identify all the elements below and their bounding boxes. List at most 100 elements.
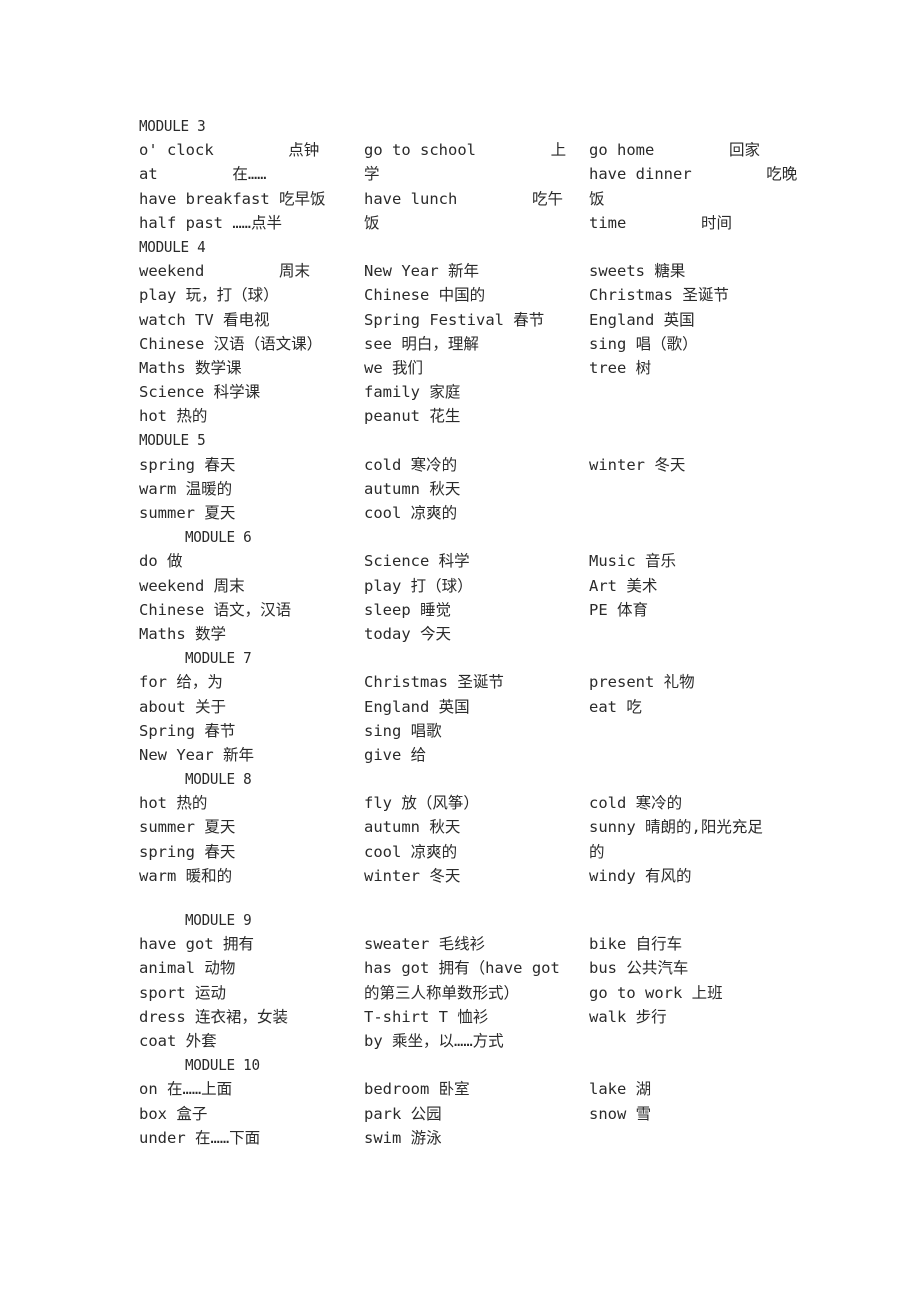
vocab-entry: on 在……上面 <box>139 1080 233 1099</box>
vocab-row: weekend 周末 play 打（球） Art 美术 <box>139 574 819 598</box>
vocab-entry: have lunch 吃午 <box>364 189 563 208</box>
vocab-entry: present 礼物 <box>589 673 695 692</box>
vocab-entry: Christmas 圣诞节 <box>589 286 729 305</box>
vocab-entry: o' clock 点钟 <box>139 141 320 160</box>
vocab-entry: go to work 上班 <box>589 983 723 1002</box>
vocab-row: summer 夏天 cool 凉爽的 <box>139 501 819 525</box>
vocab-row: Science 科学课 family 家庭 <box>139 380 819 404</box>
vocab-entry: tree 树 <box>589 358 652 377</box>
vocab-entry: autumn 秋天 <box>364 479 461 498</box>
vocab-entry: cold 寒冷的 <box>589 794 683 813</box>
vocab-row: Spring 春节 sing 唱歌 <box>139 719 819 743</box>
vocab-row: on 在……上面 bedroom 卧室 lake 湖 <box>139 1077 819 1101</box>
vocab-entry: under 在……下面 <box>139 1128 261 1147</box>
vocab-entry: walk 步行 <box>589 1007 667 1026</box>
vocab-entry: PE 体育 <box>589 600 648 619</box>
vocab-entry: today 今天 <box>364 624 451 643</box>
vocab-entry: cool 凉爽的 <box>364 842 458 861</box>
module-heading: MODULE 7 <box>185 649 252 668</box>
vocab-entry: Spring 春节 <box>139 721 236 740</box>
vocab-row: Chinese 语文，汉语 sleep 睡觉 PE 体育 <box>139 598 819 622</box>
vocab-row: have breakfast 吃早饭 have lunch 吃午 饭 <box>139 187 819 211</box>
vocab-entry: windy 有风的 <box>589 866 692 885</box>
vocab-entry: we 我们 <box>364 358 423 377</box>
vocab-entry: 饭 <box>589 189 605 208</box>
vocab-entry: spring 春天 <box>139 842 236 861</box>
vocab-entry: warm 温暖的 <box>139 479 233 498</box>
vocab-entry: box 盒子 <box>139 1104 208 1123</box>
vocab-entry: play 打（球） <box>364 576 473 595</box>
vocab-entry: cool 凉爽的 <box>364 504 458 522</box>
vocab-entry: has got 拥有（have got <box>364 959 560 978</box>
vocab-entry: time 时间 <box>589 213 732 232</box>
vocab-entry: summer 夏天 <box>139 504 236 522</box>
vocab-row: warm 温暖的 autumn 秋天 <box>139 477 819 501</box>
vocab-entry: weekend 周末 <box>139 576 245 595</box>
vocab-entry: eat 吃 <box>589 697 642 716</box>
vocab-entry: New Year 新年 <box>364 262 479 281</box>
vocab-row: Maths 数学课 we 我们 tree 树 <box>139 356 819 380</box>
module-heading: MODULE 10 <box>185 1056 260 1075</box>
vocab-entry: snow 雪 <box>589 1104 652 1123</box>
vocab-entry: 的 <box>589 842 605 861</box>
vocab-entry: cold 寒冷的 <box>364 455 458 474</box>
vocab-row: for 给，为 Christmas 圣诞节 present 礼物 <box>139 670 819 694</box>
vocab-entry: T-shirt T 恤衫 <box>364 1007 489 1026</box>
vocab-row: summer 夏天 autumn 秋天 sunny 晴朗的,阳光充足 <box>139 815 819 839</box>
vocab-entry: warm 暖和的 <box>139 866 233 885</box>
vocab-entry: Chinese 汉语（语文课） <box>139 334 323 353</box>
module-heading: MODULE 9 <box>185 911 252 929</box>
vocab-entry: animal 动物 <box>139 959 236 978</box>
vocab-entry: go home 回家 <box>589 141 760 160</box>
vocab-entry: coat 外套 <box>139 1031 217 1050</box>
vocab-entry: dress 连衣裙，女装 <box>139 1007 288 1026</box>
vocab-entry: winter 冬天 <box>589 455 686 474</box>
vocab-entry: watch TV 看电视 <box>139 310 270 329</box>
vocab-entry: for 给，为 <box>139 673 223 692</box>
vocab-entry: Maths 数学 <box>139 624 226 643</box>
vocab-entry: park 公园 <box>364 1104 442 1123</box>
vocab-row: do 做 Science 科学 Music 音乐 <box>139 549 819 573</box>
vocab-row: about 关于 England 英国 eat 吃 <box>139 695 819 719</box>
vocab-entry: family 家庭 <box>364 383 461 402</box>
vocab-entry: swim 游泳 <box>364 1128 442 1147</box>
vocab-entry: play 玩，打（球） <box>139 286 279 305</box>
vocab-row: Maths 数学 today 今天 <box>139 622 819 646</box>
vocab-entry: bus 公共汽车 <box>589 959 689 978</box>
vocab-entry: England 英国 <box>589 310 695 329</box>
vocab-entry: 饭 <box>364 213 380 232</box>
vocab-entry: Art 美术 <box>589 576 658 595</box>
vocab-entry: bike 自行车 <box>589 935 683 954</box>
vocab-entry: fly 放（风筝） <box>364 794 479 813</box>
vocab-entry: go to school 上 <box>364 141 567 160</box>
vocab-entry: sing 唱歌 <box>364 721 442 740</box>
vocab-entry: hot 热的 <box>139 407 208 426</box>
vocab-entry: sunny 晴朗的,阳光充足 <box>589 818 763 837</box>
vocab-entry: spring 春天 <box>139 455 236 474</box>
vocab-entry: weekend 周末 <box>139 262 310 281</box>
vocab-entry: about 关于 <box>139 697 226 716</box>
vocab-entry: sweets 糖果 <box>589 262 686 281</box>
vocab-entry: Music 音乐 <box>589 552 676 571</box>
vocab-entry: 的第三人称单数形式） <box>364 983 520 1002</box>
vocab-row: have got 拥有 sweater 毛线衫 bike 自行车 <box>139 932 819 956</box>
vocab-entry: winter 冬天 <box>364 866 461 885</box>
module-heading: MODULE 6 <box>185 528 252 547</box>
vocab-entry: half past ……点半 <box>139 213 282 232</box>
vocab-entry: peanut 花生 <box>364 407 461 426</box>
vocab-entry: do 做 <box>139 552 183 571</box>
vocab-row: at 在…… 学 have dinner 吃晚 <box>139 162 819 186</box>
vocab-row: hot 热的 peanut 花生 <box>139 404 819 428</box>
vocab-entry: have dinner 吃晚 <box>589 165 798 184</box>
vocab-row: spring 春天 cool 凉爽的 的 <box>139 840 819 864</box>
vocab-entry: Science 科学 <box>364 552 470 571</box>
vocab-entry: Chinese 语文，汉语 <box>139 600 292 619</box>
vocab-entry: give 给 <box>364 745 427 764</box>
module-heading: MODULE 3 <box>139 117 206 135</box>
vocab-entry: summer 夏天 <box>139 818 236 837</box>
vocab-entry: Chinese 中国的 <box>364 286 486 305</box>
vocab-row: animal 动物 has got 拥有（have got bus 公共汽车 <box>139 956 819 980</box>
module-heading: MODULE 8 <box>185 770 252 789</box>
vocab-entry: England 英国 <box>364 697 470 716</box>
